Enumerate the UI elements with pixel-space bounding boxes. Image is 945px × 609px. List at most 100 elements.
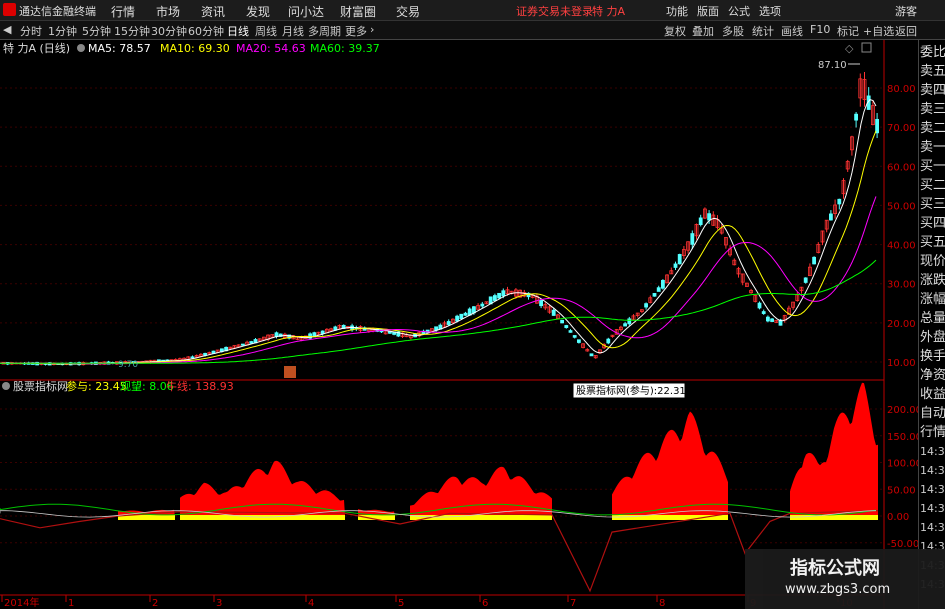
side-panel-item: 14:35 (920, 521, 945, 534)
candle-body (551, 309, 556, 316)
watermark-box: 指标公式网 www.zbgs3.com (745, 549, 945, 609)
indicator-name: 股票指标网 (13, 379, 68, 393)
price-tick: 30.00 (887, 280, 916, 291)
menu-formula[interactable]: 公式 (728, 3, 750, 19)
current-stock: 特 力A (592, 5, 626, 18)
period-30min[interactable]: 30分钟 (151, 23, 187, 39)
menu-ask[interactable]: 问小达 (288, 3, 324, 20)
settings-dot-icon[interactable] (77, 44, 85, 52)
tool-mark[interactable]: 标记 (837, 23, 859, 39)
low-price-label: 9.70 (118, 360, 138, 370)
tool-draw[interactable]: 画线 (781, 23, 803, 39)
chevron-right-icon[interactable]: › (370, 23, 374, 36)
side-panel-item: 14:34 (920, 445, 945, 458)
menu-function[interactable]: 功能 (666, 3, 688, 19)
side-panel-item: 买二 (920, 178, 945, 193)
candle-body (589, 353, 594, 357)
tool-stats[interactable]: 统计 (752, 23, 774, 39)
side-panel-item: 涨跌 (920, 273, 945, 288)
candle-body (829, 213, 833, 221)
tool-overlay[interactable]: 叠加 (692, 23, 714, 39)
time-tick: 2014年 (4, 596, 39, 609)
side-panel-item: 委比 (920, 45, 945, 60)
indicator-grid (0, 408, 884, 544)
indicator-tick: 150.00 (887, 432, 918, 443)
period-weekly[interactable]: 周线 (255, 23, 277, 39)
candle-body (455, 315, 460, 322)
price-tick: 20.00 (887, 319, 916, 330)
period-intraday[interactable]: 分时 (20, 23, 42, 39)
menu-wealth[interactable]: 财富圈 (340, 3, 376, 20)
candle-body (812, 256, 816, 265)
candle-body (203, 352, 208, 356)
candle-body (644, 303, 648, 308)
tool-add-watchlist[interactable]: +自选 (863, 23, 894, 39)
period-5min[interactable]: 5分钟 (82, 23, 111, 39)
candle-body (673, 263, 678, 268)
moving-averages (0, 99, 877, 365)
side-panel-item: 14:35 (920, 502, 945, 515)
menu-options[interactable]: 选项 (759, 3, 781, 19)
tool-f10[interactable]: F10 (810, 23, 830, 36)
period-monthly[interactable]: 月线 (282, 23, 304, 39)
candle-body (770, 318, 774, 322)
tooltip-text: 股票指标网(参与):22.31 (576, 384, 686, 397)
event-marker-icon[interactable] (284, 366, 296, 378)
ma60-label: MA60: 39.37 (310, 42, 380, 55)
menu-layout[interactable]: 版面 (697, 3, 719, 19)
menu-news[interactable]: 资讯 (201, 3, 225, 20)
candle-body (480, 303, 485, 307)
quote-side-panel: 委比 卖五 卖四 卖三 卖二 卖一 买一 买二 买三 买四 买五 现价 涨跌 涨幅 总量 外盘 换手 净资 收益 自动… (918, 40, 945, 609)
tool-back[interactable]: 返回 (895, 23, 917, 39)
title-bar: 通达信金融终端 行情 市场 资讯 发现 问小达 财富圈 交易 证券交易未登录 特… (0, 0, 945, 21)
time-tick: 5 (398, 598, 404, 609)
main-chart-name: 特 力A (日线) (3, 41, 70, 55)
candle-body (539, 299, 543, 307)
diamond-icon[interactable]: ◇ (845, 42, 854, 55)
candle-body (707, 213, 711, 221)
candle-body (627, 318, 632, 325)
period-more[interactable]: 更多 (345, 23, 367, 39)
side-panel-item: 卖一 (920, 140, 945, 155)
period-60min[interactable]: 60分钟 (188, 23, 224, 39)
candlesticks (1, 71, 879, 366)
candle-body (677, 254, 682, 265)
menu-trade[interactable]: 交易 (396, 3, 420, 20)
side-panel-item: 换手 (920, 349, 945, 364)
indicator-settings-icon[interactable] (2, 382, 10, 390)
period-daily[interactable]: 日线 (227, 23, 249, 39)
window-icon[interactable] (861, 42, 872, 53)
ma5-line (0, 99, 877, 365)
side-panel-item: 总量 (920, 311, 945, 326)
period-multi[interactable]: 多周期 (308, 23, 341, 39)
period-1min[interactable]: 1分钟 (48, 23, 77, 39)
side-panel-item: 净资 (920, 368, 945, 383)
left-arrow-icon[interactable]: ◀ (3, 23, 11, 36)
candle-body (803, 277, 808, 283)
indicator-axis: 200.00150.00100.0050.000.00-50.00 (887, 405, 918, 550)
menu-quotes[interactable]: 行情 (111, 3, 135, 20)
candle-body (757, 302, 762, 309)
candle-body (577, 339, 581, 343)
side-panel-item: 14:35 (920, 483, 945, 496)
period-15min[interactable]: 15分钟 (114, 23, 150, 39)
ma10-label: MA10: 69.30 (160, 42, 230, 55)
time-tick: 2 (152, 598, 158, 609)
candle-body (564, 325, 569, 328)
tool-adjust[interactable]: 复权 (664, 23, 686, 39)
price-tick: 80.00 (887, 84, 916, 95)
time-tick: 1 (68, 598, 74, 609)
candle-body (240, 343, 245, 346)
indicator-bars (118, 382, 878, 520)
tool-multistock[interactable]: 多股 (722, 23, 744, 39)
trade-warning: 证券交易未登录 (516, 5, 593, 18)
price-tick: 70.00 (887, 123, 916, 134)
candle-body (446, 321, 451, 325)
menu-guest[interactable]: 游客 (895, 3, 917, 19)
app-title: 通达信金融终端 (19, 5, 96, 18)
kline-chart-area[interactable]: 特 力A (日线) MA5: 78.57 MA10: 69.30 MA20: 5… (0, 40, 918, 609)
menu-market[interactable]: 市场 (156, 3, 180, 20)
side-panel-item: 买四 (920, 216, 945, 231)
price-tick: 40.00 (887, 241, 916, 252)
menu-discover[interactable]: 发现 (246, 3, 270, 20)
